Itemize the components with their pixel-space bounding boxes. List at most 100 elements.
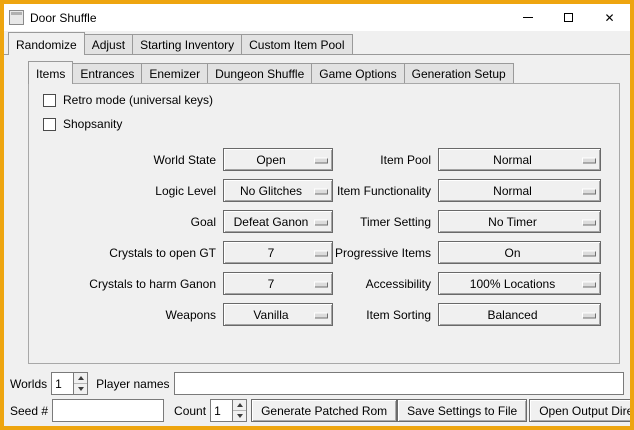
setting-label: Crystals to harm Ganon <box>41 277 216 291</box>
setting-row: Crystals to harm Ganon 7 <box>41 268 333 299</box>
close-button[interactable]: ✕ <box>589 4 630 31</box>
app-icon <box>9 10 24 25</box>
setting-row: Crystals to open GT 7 <box>41 237 333 268</box>
caption-buttons: ✕ <box>507 4 630 31</box>
dropdown-indicator-icon <box>582 219 595 224</box>
tab-items[interactable]: Items <box>28 61 73 84</box>
checkbox-icon <box>43 94 56 107</box>
setting-row: Item Sorting Balanced <box>333 299 601 330</box>
settings-grid: World State Open Logic Level No Glitches <box>29 144 619 330</box>
weapons-dropdown[interactable]: Vanilla <box>223 303 333 326</box>
dropdown-value: Vanilla <box>253 308 302 322</box>
seed-label: Seed # <box>10 404 48 418</box>
dropdown-value: 7 <box>268 246 289 260</box>
dropdown-indicator-icon <box>314 157 327 162</box>
arrow-up-icon <box>237 403 243 407</box>
tab-adjust[interactable]: Adjust <box>84 34 133 54</box>
inner-notebook: Items Entrances Enemizer Dungeon Shuffle… <box>28 61 620 364</box>
setting-row: Weapons Vanilla <box>41 299 333 330</box>
logic-level-dropdown[interactable]: No Glitches <box>223 179 333 202</box>
dropdown-value: No Glitches <box>240 184 316 198</box>
maximize-button[interactable] <box>548 4 589 31</box>
item-pool-dropdown[interactable]: Normal <box>438 148 601 171</box>
timer-setting-dropdown[interactable]: No Timer <box>438 210 601 233</box>
crystals-harm-ganon-dropdown[interactable]: 7 <box>223 272 333 295</box>
accessibility-dropdown[interactable]: 100% Locations <box>438 272 601 295</box>
seed-row: Seed # Count Generate Patched Rom Save S… <box>10 399 624 422</box>
dropdown-value: 100% Locations <box>470 277 569 291</box>
setting-label: Crystals to open GT <box>41 246 216 260</box>
worlds-input[interactable] <box>51 372 73 395</box>
generate-patched-rom-button[interactable]: Generate Patched Rom <box>251 399 397 422</box>
worlds-spin-arrows <box>73 372 88 395</box>
dropdown-indicator-icon <box>314 312 327 317</box>
dropdown-indicator-icon <box>582 157 595 162</box>
count-input[interactable] <box>210 399 232 422</box>
item-functionality-dropdown[interactable]: Normal <box>438 179 601 202</box>
tab-starting-inventory[interactable]: Starting Inventory <box>132 34 242 54</box>
settings-column-left: World State Open Logic Level No Glitches <box>41 144 333 330</box>
items-pane: Retro mode (universal keys) Shopsanity W… <box>28 83 620 364</box>
checkbox-label: Shopsanity <box>63 117 122 131</box>
retro-mode-checkbox[interactable]: Retro mode (universal keys) <box>43 88 619 112</box>
tab-entrances[interactable]: Entrances <box>72 63 142 83</box>
world-state-dropdown[interactable]: Open <box>223 148 333 171</box>
setting-row: Progressive Items On <box>333 237 601 268</box>
setting-label: Weapons <box>41 308 216 322</box>
goal-dropdown[interactable]: Defeat Ganon <box>223 210 333 233</box>
setting-label: Item Pool <box>333 153 431 167</box>
setting-row: Timer Setting No Timer <box>333 206 601 237</box>
spin-down-button[interactable] <box>74 383 87 394</box>
dropdown-indicator-icon <box>582 281 595 286</box>
spin-up-button[interactable] <box>74 373 87 383</box>
setting-label: World State <box>41 153 216 167</box>
window-title: Door Shuffle <box>30 11 97 25</box>
setting-label: Logic Level <box>41 184 216 198</box>
shopsanity-checkbox[interactable]: Shopsanity <box>43 112 619 136</box>
randomize-pane: Items Entrances Enemizer Dungeon Shuffle… <box>4 54 630 425</box>
titlebar[interactable]: Door Shuffle ✕ <box>4 4 630 31</box>
arrow-down-icon <box>78 387 84 391</box>
setting-label: Accessibility <box>333 277 431 291</box>
bottom-controls: Worlds Player names Seed # Count <box>4 368 630 422</box>
tab-generation-setup[interactable]: Generation Setup <box>404 63 514 83</box>
dropdown-value: Defeat Ganon <box>234 215 323 229</box>
open-output-directory-button[interactable]: Open Output Directory <box>529 399 630 422</box>
item-sorting-dropdown[interactable]: Balanced <box>438 303 601 326</box>
close-icon: ✕ <box>604 12 614 24</box>
setting-row: Goal Defeat Ganon <box>41 206 333 237</box>
setting-row: Accessibility 100% Locations <box>333 268 601 299</box>
seed-input[interactable] <box>52 399 164 422</box>
progressive-items-dropdown[interactable]: On <box>438 241 601 264</box>
window: Door Shuffle ✕ Randomize Adjust Starting… <box>0 0 634 430</box>
crystals-open-gt-dropdown[interactable]: 7 <box>223 241 333 264</box>
count-spin-arrows <box>232 399 247 422</box>
arrow-down-icon <box>237 414 243 418</box>
dropdown-indicator-icon <box>314 281 327 286</box>
tab-randomize[interactable]: Randomize <box>8 32 85 55</box>
save-settings-button[interactable]: Save Settings to File <box>397 399 527 422</box>
tab-custom-item-pool[interactable]: Custom Item Pool <box>241 34 352 54</box>
count-spinbox <box>210 399 247 422</box>
spin-up-button[interactable] <box>233 400 246 410</box>
worlds-label: Worlds <box>10 377 47 391</box>
setting-row: Item Functionality Normal <box>333 175 601 206</box>
tab-dungeon-shuffle[interactable]: Dungeon Shuffle <box>207 63 312 83</box>
setting-label: Item Sorting <box>333 308 431 322</box>
player-names-label: Player names <box>96 377 169 391</box>
minimize-button[interactable] <box>507 4 548 31</box>
minimize-icon <box>523 17 533 18</box>
tab-game-options[interactable]: Game Options <box>311 63 404 83</box>
settings-column-right: Item Pool Normal Item Functionality Norm… <box>333 144 601 330</box>
spin-down-button[interactable] <box>233 410 246 421</box>
dropdown-indicator-icon <box>314 250 327 255</box>
setting-label: Goal <box>41 215 216 229</box>
checkbox-icon <box>43 118 56 131</box>
player-names-input[interactable] <box>174 372 625 395</box>
dropdown-value: No Timer <box>488 215 551 229</box>
worlds-row: Worlds Player names <box>10 372 624 395</box>
dropdown-indicator-icon <box>582 188 595 193</box>
dropdown-indicator-icon <box>582 312 595 317</box>
arrow-up-icon <box>78 376 84 380</box>
tab-enemizer[interactable]: Enemizer <box>141 63 208 83</box>
